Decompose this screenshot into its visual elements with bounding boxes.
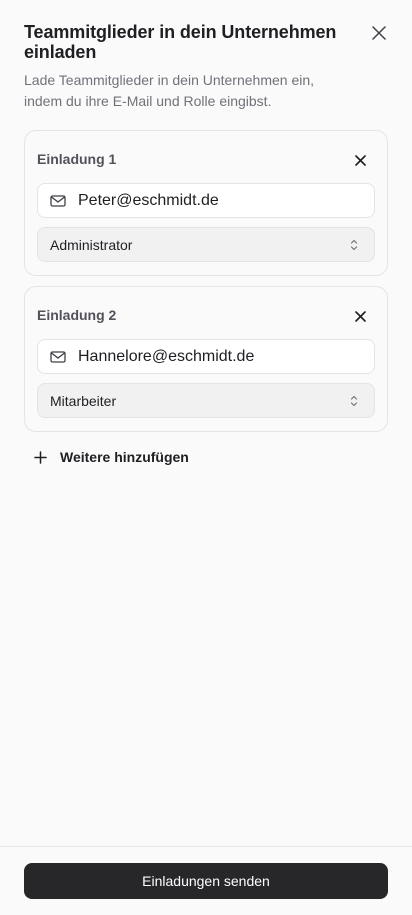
send-invitations-button[interactable]: Einladungen senden bbox=[24, 863, 388, 899]
email-input[interactable] bbox=[78, 191, 358, 210]
add-more-button[interactable]: Weitere hinzufügen bbox=[34, 449, 189, 465]
email-input[interactable] bbox=[78, 347, 358, 366]
dialog-subtitle: Lade Teammitglieder in dein Unternehmen … bbox=[24, 72, 315, 109]
invitation-title: Einladung 1 bbox=[37, 151, 117, 167]
dialog-footer: Einladungen senden bbox=[0, 846, 412, 915]
add-more-label: Weitere hinzufügen bbox=[60, 449, 189, 465]
invitation-title: Einladung 2 bbox=[37, 307, 117, 323]
role-select[interactable]: Mitarbeiter bbox=[37, 383, 375, 418]
mail-icon bbox=[50, 348, 68, 366]
role-select-value: Administrator bbox=[50, 236, 133, 253]
invitation-card: Einladung 2 Mitarbeiter bbox=[24, 286, 388, 432]
chevron-up-down-icon bbox=[350, 395, 358, 407]
email-field[interactable] bbox=[37, 183, 375, 218]
dialog-header: Teammitglieder in dein Unternehmen einla… bbox=[24, 22, 344, 112]
role-select[interactable]: Administrator bbox=[37, 227, 375, 262]
close-icon bbox=[372, 26, 386, 40]
chevron-up-down-icon bbox=[350, 239, 358, 251]
remove-invitation-button[interactable] bbox=[351, 307, 369, 325]
mail-icon bbox=[50, 192, 68, 210]
invite-dialog: Teammitglieder in dein Unternehmen einla… bbox=[0, 0, 412, 915]
dialog-title: Teammitglieder in dein Unternehmen einla… bbox=[24, 22, 337, 62]
email-field[interactable] bbox=[37, 339, 375, 374]
close-button[interactable] bbox=[368, 22, 390, 44]
close-icon bbox=[354, 154, 366, 166]
role-select-value: Mitarbeiter bbox=[50, 392, 117, 409]
invitation-card: Einladung 1 Administrator bbox=[24, 130, 388, 276]
plus-icon bbox=[34, 450, 48, 464]
remove-invitation-button[interactable] bbox=[351, 151, 369, 169]
close-icon bbox=[354, 310, 366, 322]
